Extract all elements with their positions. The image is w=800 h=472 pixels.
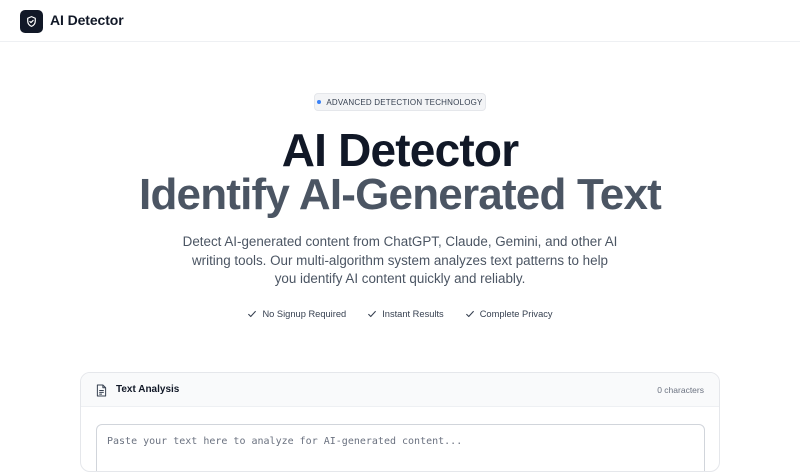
brand-name[interactable]: AI Detector — [50, 12, 124, 28]
panel-title: Text Analysis — [116, 384, 180, 395]
hero-subtitle: Identify AI-Generated Text — [139, 170, 662, 219]
character-count: 0 characters — [657, 385, 704, 395]
text-input[interactable] — [96, 424, 705, 471]
badge-dot — [317, 100, 322, 104]
hero-badge: ADVANCED DETECTION TECHNOLOGY — [314, 93, 486, 111]
check-icon — [465, 310, 474, 318]
feature-list: No Signup Required Instant Results Compl… — [0, 309, 800, 319]
logo[interactable] — [20, 10, 43, 33]
feature-item-privacy: Complete Privacy — [465, 309, 553, 319]
hero-description: Detect AI-generated content from ChatGPT… — [182, 234, 618, 286]
panel-header: Text Analysis 0 characters — [81, 373, 719, 407]
feature-label: No Signup Required — [262, 309, 347, 319]
feature-item-no-signup: No Signup Required — [247, 309, 346, 319]
text-analysis-panel: Text Analysis 0 characters — [80, 372, 720, 472]
check-icon — [368, 310, 377, 318]
check-icon — [248, 310, 257, 318]
badge-text: ADVANCED DETECTION TECHNOLOGY — [326, 97, 483, 107]
shield-icon — [27, 16, 36, 27]
document-icon — [96, 384, 107, 397]
feature-label: Instant Results — [382, 309, 444, 319]
top-nav-bar: AI Detector — [0, 0, 800, 42]
hero-title: AI Detector — [281, 124, 519, 176]
feature-label: Complete Privacy — [479, 309, 553, 319]
feature-item-instant-results: Instant Results — [367, 309, 444, 319]
